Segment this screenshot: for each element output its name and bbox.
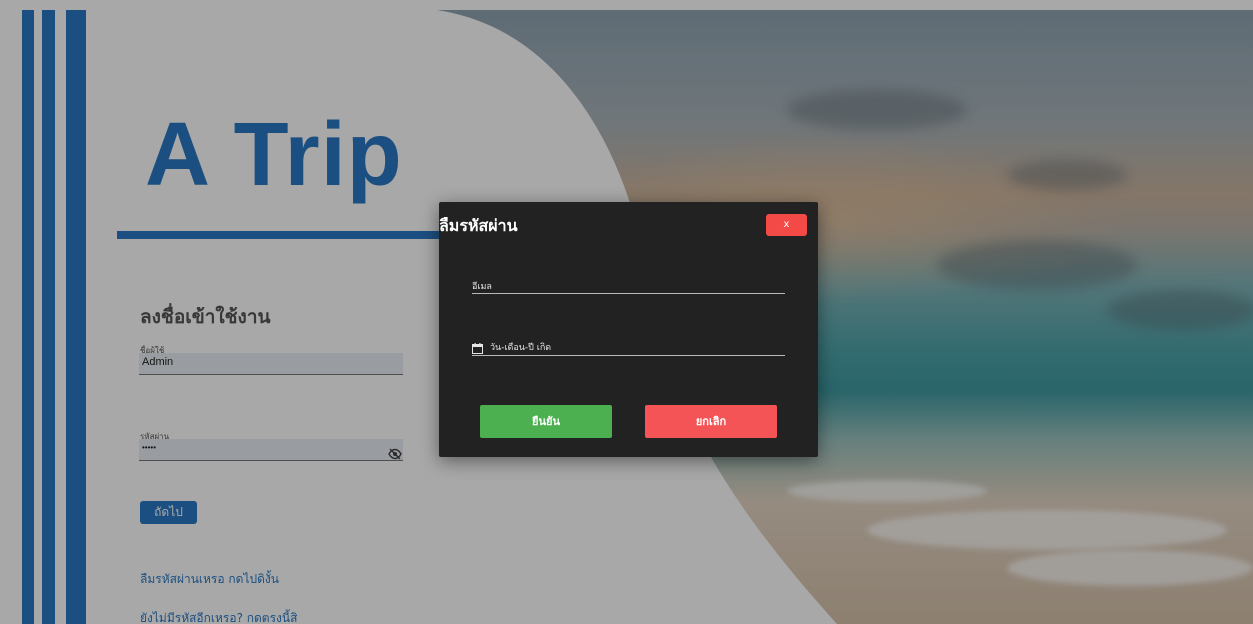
birthdate-field[interactable] [472, 335, 785, 356]
close-button[interactable]: x [766, 214, 807, 236]
confirm-button[interactable]: ยืนยัน [480, 405, 612, 438]
email-field[interactable] [472, 274, 785, 294]
dialog-title: ลืมรหัสผ่าน [439, 216, 518, 235]
cancel-button[interactable]: ยกเลิก [645, 405, 777, 438]
forgot-password-dialog: ลืมรหัสผ่าน x อีเมล วัน-เดือน-ปี เกิด ยื… [439, 202, 818, 457]
login-page: A Trip ลงชื่อเข้าใช้งาน ชื่อผู้ใช้ Admin… [0, 0, 1253, 624]
